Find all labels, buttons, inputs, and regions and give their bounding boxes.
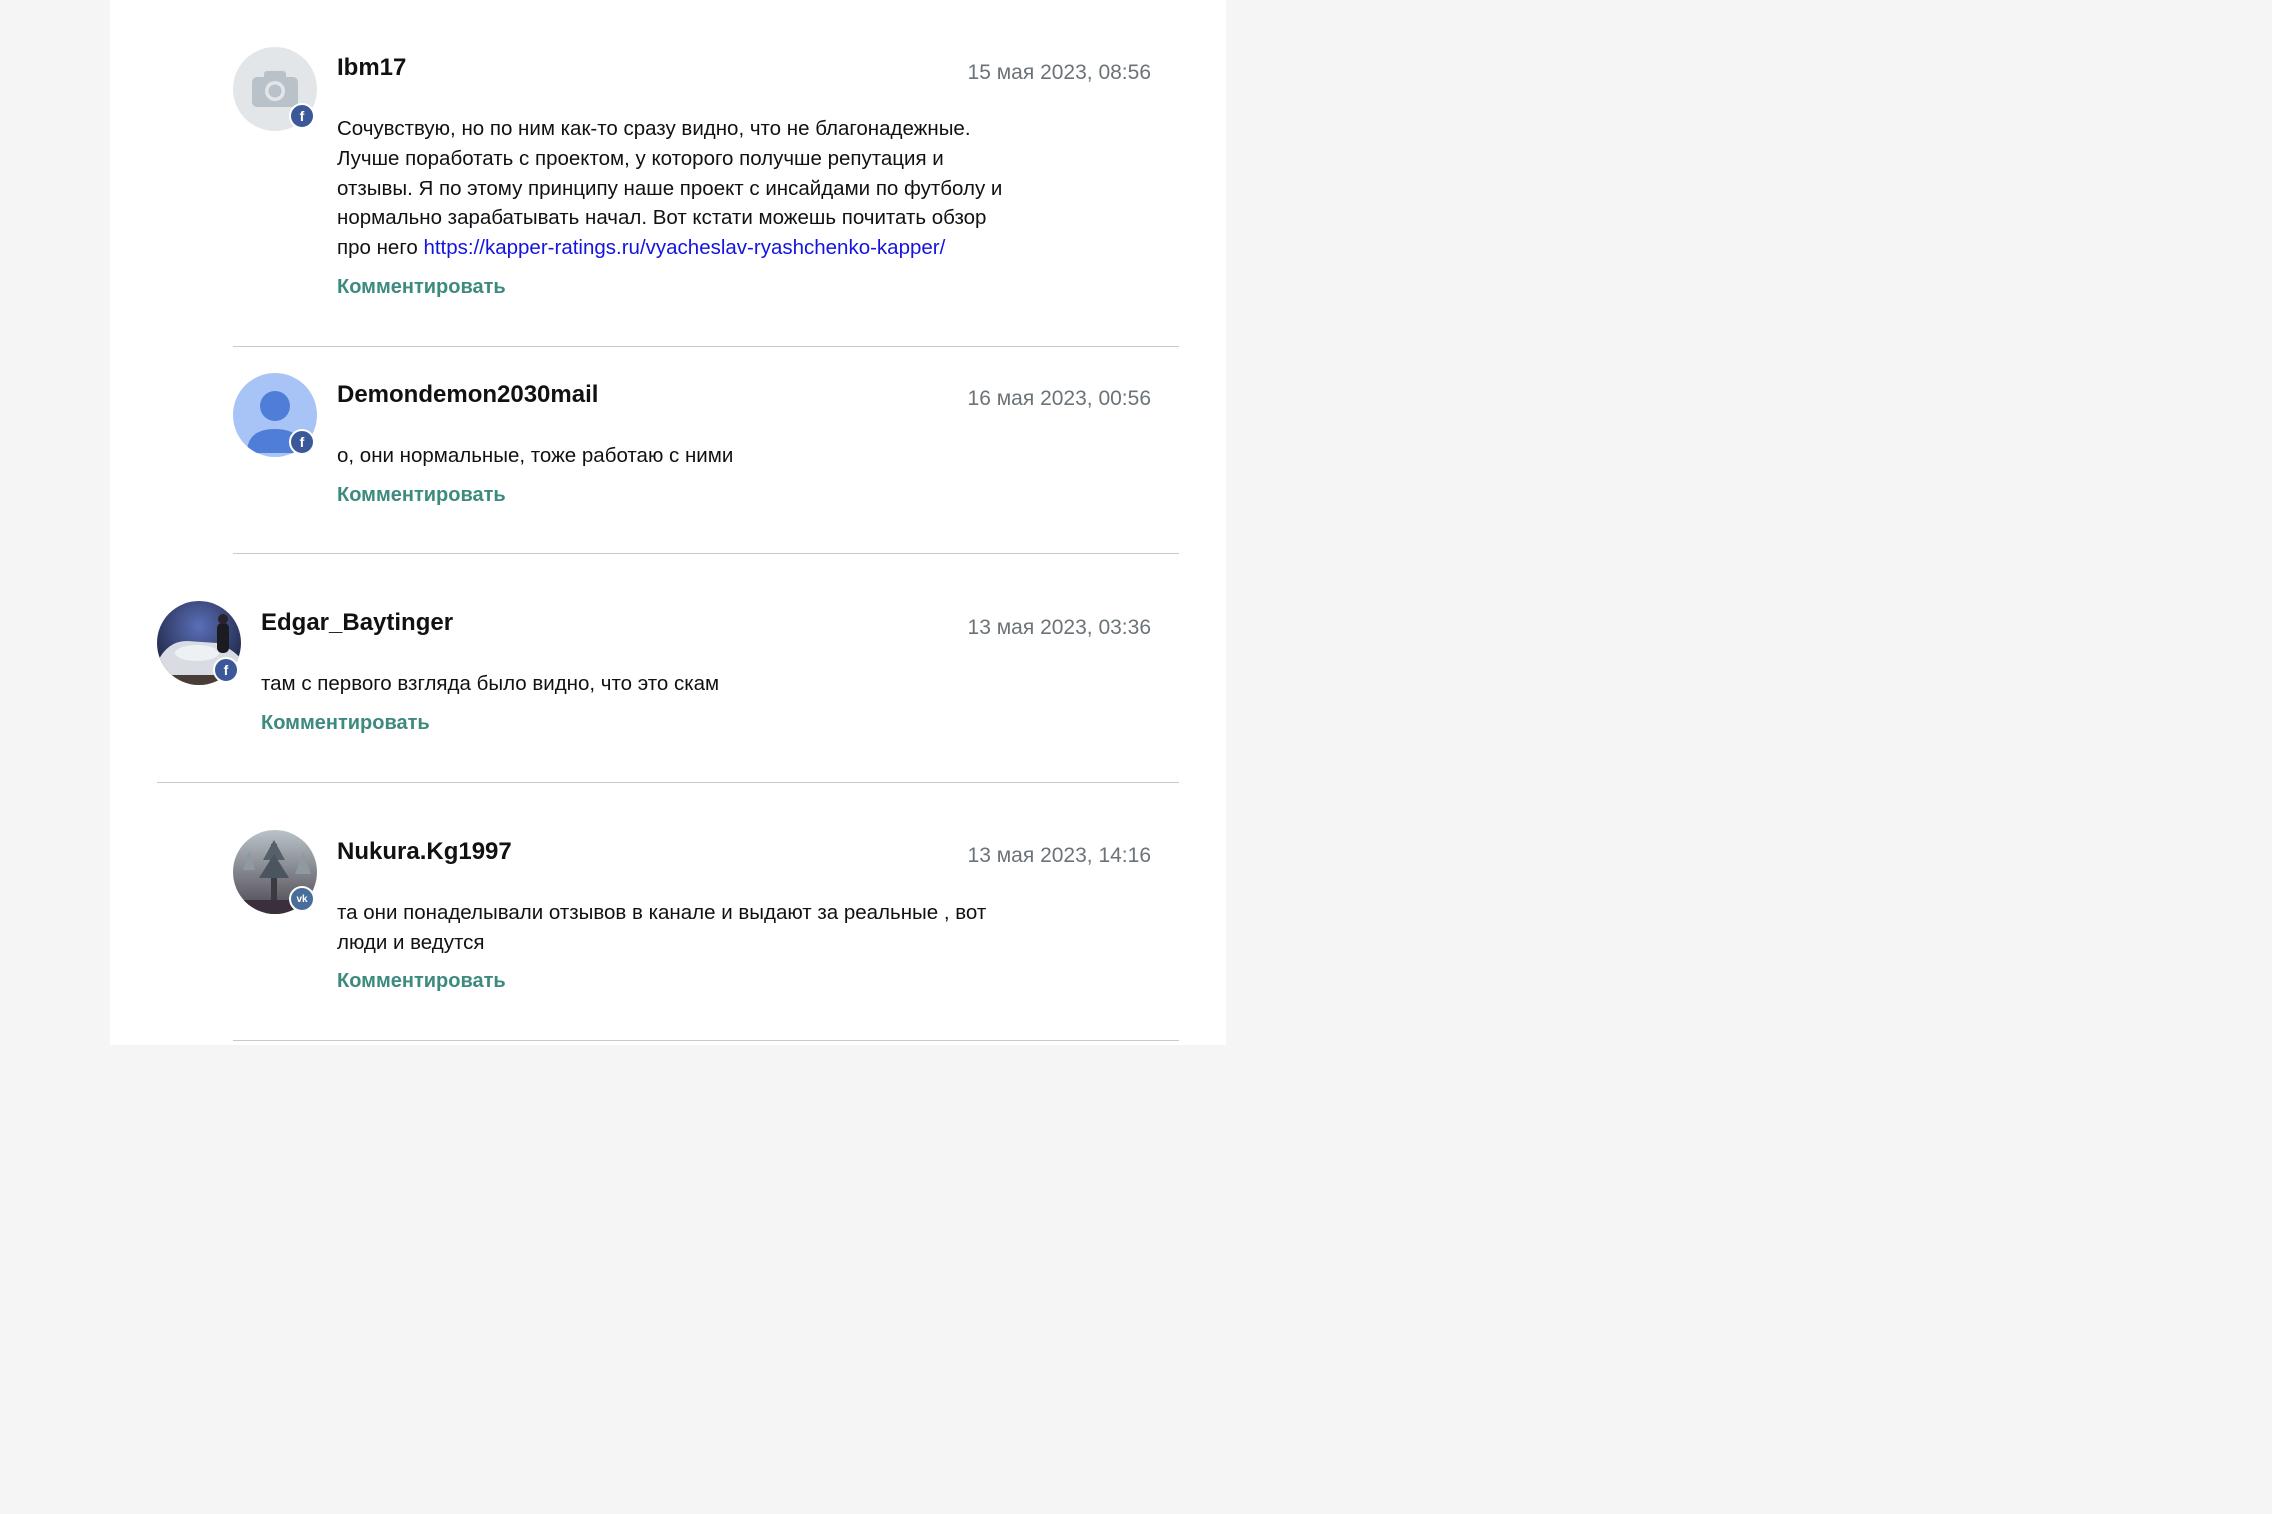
avatar[interactable]: f <box>157 601 241 685</box>
avatar[interactable]: f <box>233 373 317 457</box>
comment-text: Сочувствую, но по ним как-то сразу видно… <box>337 114 1097 263</box>
avatar[interactable]: f <box>233 47 317 131</box>
facebook-icon: f <box>213 657 239 683</box>
comment-text-line: Сочувствую, но по ним как-то сразу видно… <box>337 117 971 140</box>
comment-text-line: Лучше поработать с проектом, у которого … <box>337 146 944 170</box>
comment-author[interactable]: Demondemon2030mail <box>337 381 598 409</box>
comment-text-fragment: про него <box>337 236 424 260</box>
avatar[interactable]: vk <box>233 830 317 914</box>
comment-author[interactable]: Ibm17 <box>337 54 406 82</box>
comment-author[interactable]: Nukura.Kg1997 <box>337 838 512 866</box>
comment-date: 15 мая 2023, 08:56 <box>967 61 1151 84</box>
comment-text: о, они нормальные, тоже работаю с ними <box>337 444 734 467</box>
reply-button[interactable]: Комментировать <box>337 276 506 299</box>
divider <box>233 346 1179 347</box>
comment-author[interactable]: Edgar_Baytinger <box>261 609 453 637</box>
facebook-icon: f <box>289 429 315 455</box>
comment-date: 16 мая 2023, 00:56 <box>967 387 1151 410</box>
divider <box>157 782 1179 783</box>
comment-text-line: нормально зарабатывать начал. Вот кстати… <box>337 206 987 230</box>
comment-link[interactable]: https://kapper-ratings.ru/vyacheslav-rya… <box>423 236 945 259</box>
comment-date: 13 мая 2023, 14:16 <box>967 844 1151 867</box>
comment-text-line: та они понаделывали отзывов в канале и в… <box>337 901 987 924</box>
comment-text-line: отзывы. Я по этому принципу наше проект … <box>337 176 1003 200</box>
reply-button[interactable]: Комментировать <box>337 970 506 993</box>
divider <box>233 1040 1179 1041</box>
reply-button[interactable]: Комментировать <box>337 484 506 507</box>
facebook-icon: f <box>289 103 315 129</box>
divider <box>233 553 1179 554</box>
vk-icon: vk <box>289 886 315 912</box>
comment-text: там с первого взгляда было видно, что эт… <box>261 672 720 695</box>
comment-text-line: люди и ведутся <box>337 930 485 954</box>
comment-text: та они понаделывали отзывов в канале и в… <box>337 898 1097 958</box>
comment-date: 13 мая 2023, 03:36 <box>967 616 1151 639</box>
reply-button[interactable]: Комментировать <box>261 712 430 735</box>
comment-text-line: про него https://kapper-ratings.ru/vyach… <box>337 233 1097 263</box>
